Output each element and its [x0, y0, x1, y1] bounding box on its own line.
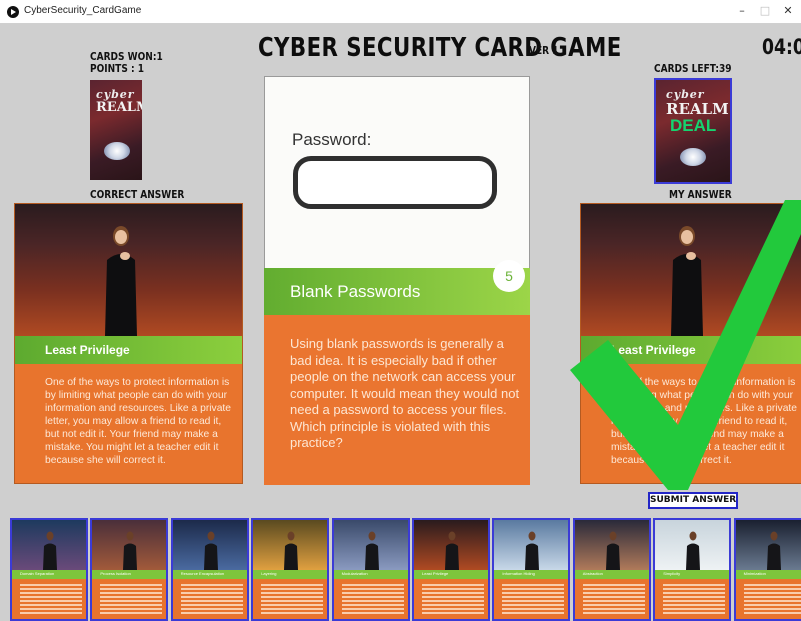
presenter-figure [284, 531, 299, 570]
won-cards-pile: cyber REALM [90, 80, 142, 180]
hand-card-title: Abstraction [582, 571, 603, 576]
hand-card-text [502, 584, 565, 614]
hand-card-text [261, 584, 324, 614]
presenter-figure [766, 531, 781, 570]
deck-logo-realm: REALM [96, 100, 142, 115]
hand-card[interactable]: Abstraction [572, 518, 651, 621]
presenter-figure [671, 226, 703, 336]
hand-card-title: Information Hiding [502, 571, 535, 576]
presenter-figure [364, 531, 379, 570]
hand-card[interactable]: Process Isolation [90, 518, 169, 621]
presenter-figure [105, 226, 137, 336]
card-description: One of the ways to protect information i… [45, 377, 232, 466]
presenter-figure [525, 531, 540, 570]
hand-card[interactable]: Modularization [331, 518, 410, 621]
hand-card[interactable]: Simplicity [653, 518, 732, 621]
hand-card-photo [253, 520, 328, 570]
hand-card-photo [574, 520, 649, 570]
deal-deck[interactable]: cyber REALM DEAL [654, 78, 732, 184]
card-number-badge: 5 [493, 260, 525, 292]
window-title: CyberSecurity_CardGame [24, 5, 142, 16]
cards-left-counter: CARDS LEFT:39 [654, 62, 732, 75]
card-title: Least Privilege [611, 343, 696, 357]
hand-card-title: Domain Separation [20, 571, 55, 576]
correct-answer-card: Least Privilege One of the ways to prote… [14, 203, 243, 484]
presenter-figure [605, 531, 620, 570]
hand-card-title: Layering [261, 571, 277, 576]
hand-card-text [422, 584, 484, 614]
timer: 04:05 [762, 35, 801, 59]
hand-card-photo [655, 520, 730, 570]
hand-card[interactable]: Information Hiding [492, 518, 571, 621]
card-description: One of the ways to protect information i… [611, 377, 798, 466]
close-button[interactable]: ✕ [779, 3, 797, 19]
presenter-figure [445, 531, 459, 570]
password-box [293, 156, 497, 209]
hand-card-text [663, 584, 726, 614]
my-answer-card: Least Privilege One of the ways to prote… [580, 203, 801, 484]
app-icon [7, 6, 19, 18]
my-answer-label: MY ANSWER [669, 188, 732, 201]
game-title: CYBER SECURITY CARD GAME [258, 33, 622, 63]
submit-answer-button[interactable]: SUBMIT ANSWER [648, 492, 738, 509]
hand-card[interactable]: Resource Encapsulation [170, 518, 249, 621]
card-photo [15, 204, 242, 336]
presenter-figure [686, 531, 701, 570]
disc-icon [104, 142, 130, 160]
hand-card[interactable]: Minimization [733, 518, 801, 621]
hand-card-photo [333, 520, 408, 570]
hand-card-text [743, 584, 801, 614]
question-card-description: Using blank passwords is generally a bad… [290, 336, 520, 450]
presenter-figure [203, 531, 218, 570]
password-label: Password: [292, 130, 372, 149]
hand-card-title: Least Privilege [422, 571, 449, 576]
presenter-figure [123, 531, 138, 570]
hand-card-photo [414, 520, 488, 570]
hand-card-photo [494, 520, 569, 570]
points-counter: POINTS : 1 [90, 62, 145, 75]
deal-label: DEAL [670, 116, 717, 135]
version-label: VER 1 [529, 44, 559, 57]
hand-card-title: Process Isolation [100, 571, 131, 576]
hand-card-text [20, 584, 82, 614]
hand-card-photo [12, 520, 86, 570]
correct-answer-label: CORRECT ANSWER [90, 188, 185, 201]
hand-card-photo [92, 520, 167, 570]
hand-card-title: Modularization [341, 571, 368, 576]
card-title: Least Privilege [45, 343, 130, 357]
minimize-button[interactable]: – [733, 3, 751, 19]
hand-card-text [180, 584, 243, 614]
presenter-figure [43, 531, 57, 570]
hand-card-title: Minimization [743, 571, 766, 576]
hand-card[interactable]: Layering [251, 518, 330, 621]
hand-card[interactable]: Least Privilege [412, 518, 490, 621]
card-photo [581, 204, 801, 336]
hand-card-photo [735, 520, 801, 570]
hand-card-text [100, 584, 163, 614]
hand-card[interactable]: Domain Separation [10, 518, 88, 621]
hand-card-photo [172, 520, 247, 570]
hand-card-text [582, 584, 645, 614]
question-card-title: Blank Passwords [290, 282, 421, 301]
hand-card-title: Simplicity [663, 571, 681, 576]
hand-card-text [341, 584, 404, 614]
disc-icon [680, 148, 706, 166]
hand-card-title: Resource Encapsulation [180, 571, 225, 576]
window-title-bar: CyberSecurity_CardGame – □ ✕ [0, 0, 801, 24]
maximize-button[interactable]: □ [756, 3, 774, 19]
